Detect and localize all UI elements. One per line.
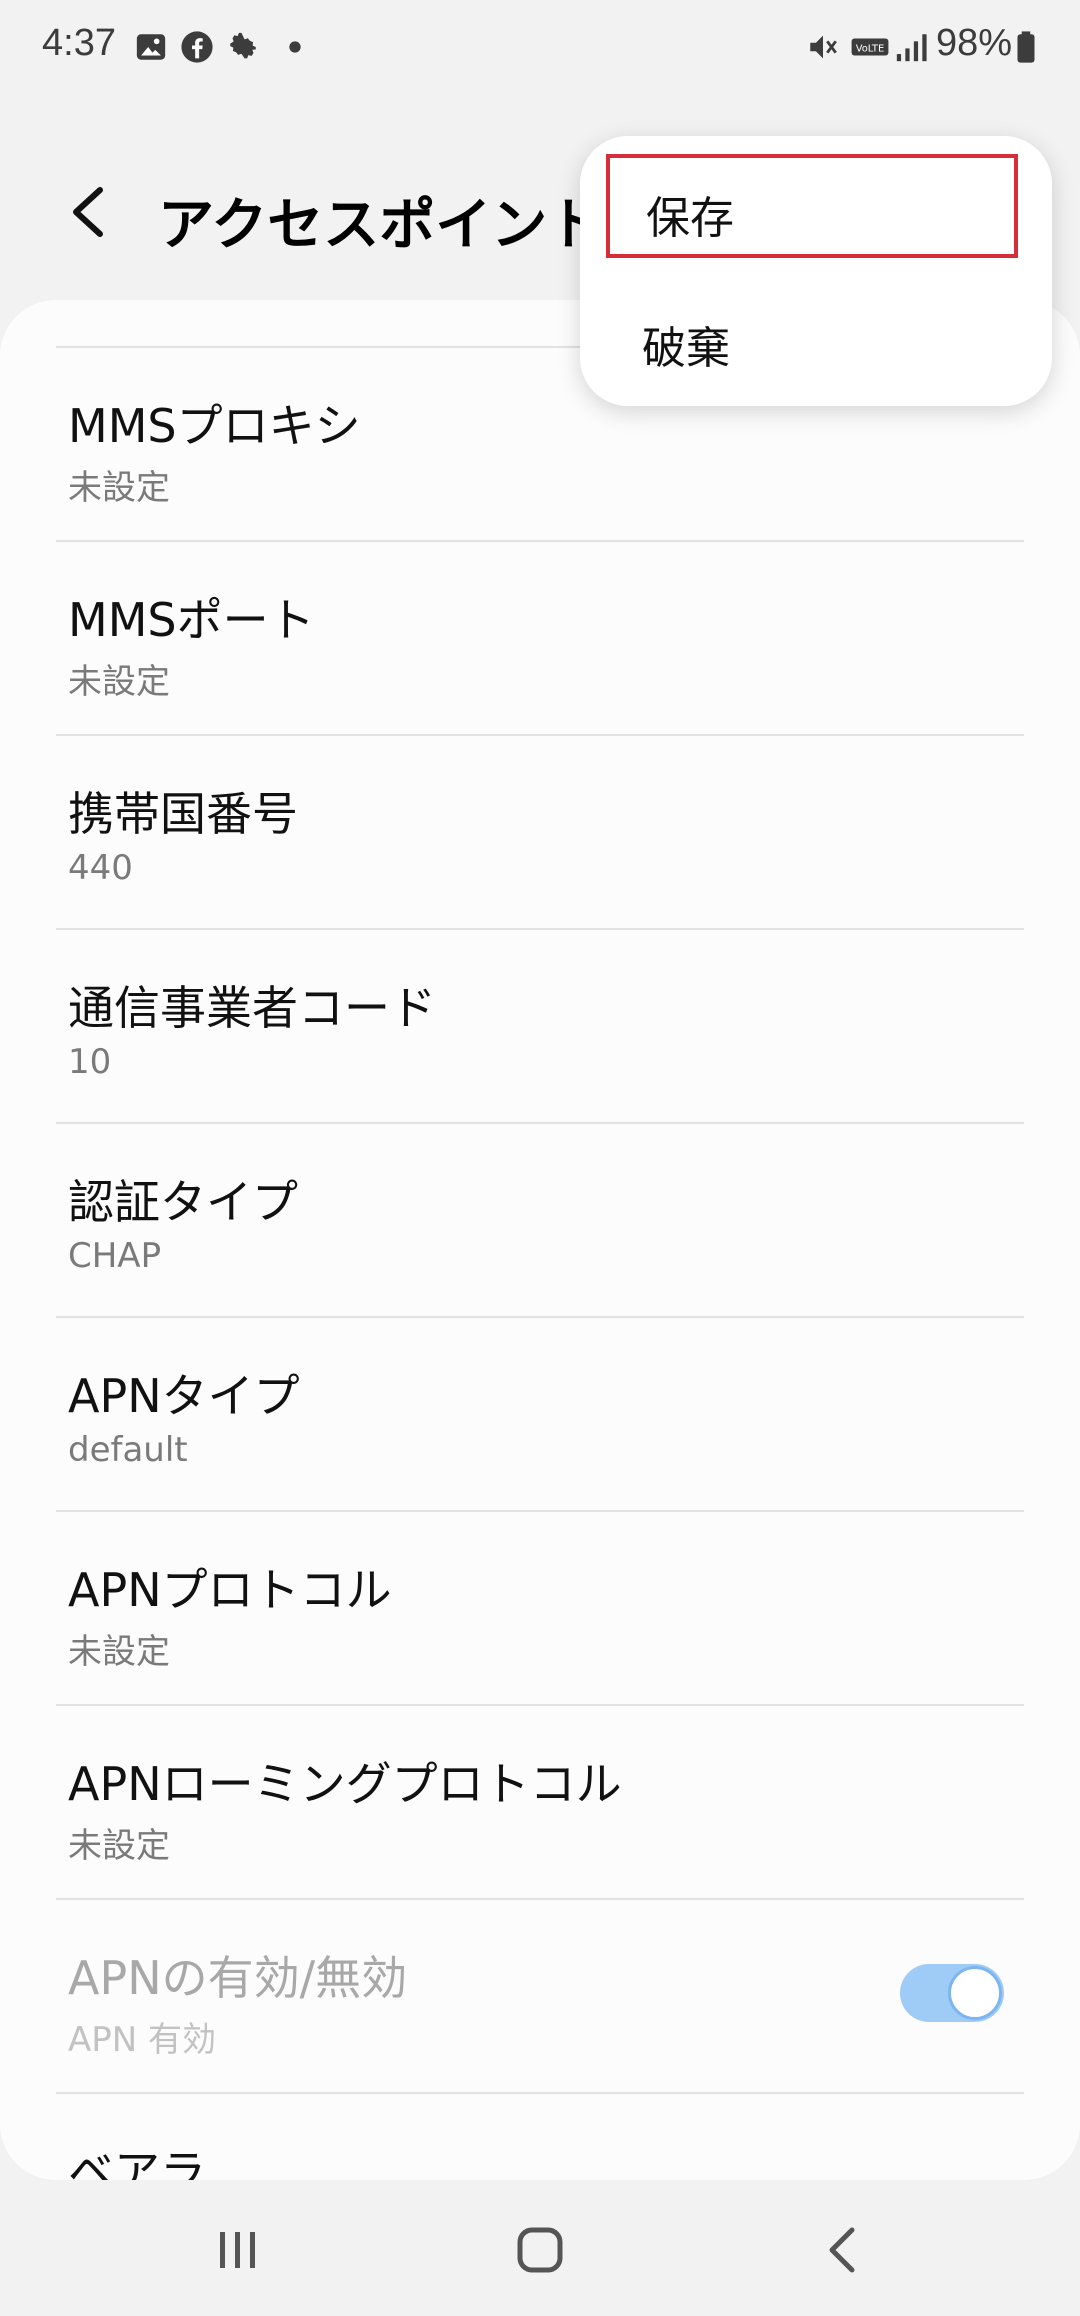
list-item-title: APNタイプ (68, 1369, 300, 1423)
back-nav-icon[interactable] (804, 2210, 884, 2290)
list-item-mcc[interactable]: 携帯国番号 440 (56, 734, 1024, 928)
status-time: 4:37 (42, 22, 116, 64)
home-icon[interactable] (500, 2210, 580, 2290)
settings-gear-icon (230, 32, 256, 59)
page-title: アクセスポイント (158, 193, 604, 258)
list-item-apn-roaming-protocol[interactable]: APNローミングプロトコル 未設定 (56, 1704, 1024, 1898)
list-item-value: CHAP (68, 1236, 162, 1276)
gallery-icon (136, 34, 166, 60)
toggle-knob (948, 1966, 1002, 2020)
settings-list: MMSプロキシ 未設定 MMSポート 未設定 携帯国番号 440 通信事業者コー… (0, 300, 1080, 2180)
list-item-value: APN 有効 (68, 2020, 217, 2060)
signal-icon (896, 34, 927, 62)
list-item-title: APNプロトコル (68, 1563, 392, 1617)
list-item-auth-type[interactable]: 認証タイプ CHAP (56, 1122, 1024, 1316)
list-item-value: 440 (68, 848, 133, 888)
mute-icon (810, 35, 837, 59)
list-item-value: 未設定 (68, 1632, 170, 1672)
list-item-title: ベアラ (68, 2145, 206, 2180)
list-item-value: 未設定 (68, 662, 170, 702)
status-bar: 4:37 VoLTE 98% (0, 0, 1080, 92)
overflow-menu: 保存 破棄 (580, 136, 1052, 406)
recent-apps-icon[interactable] (198, 2210, 278, 2290)
list-item-apn-protocol[interactable]: APNプロトコル 未設定 (56, 1510, 1024, 1704)
apn-enable-toggle[interactable] (900, 1964, 1004, 2022)
list-item-title: MMSポート (68, 593, 315, 647)
menu-item-discard[interactable]: 破棄 (606, 288, 1018, 392)
dot-icon (289, 41, 301, 53)
navigation-bar (0, 2180, 1080, 2316)
menu-item-label: 保存 (646, 193, 734, 244)
list-item-bearer[interactable]: ベアラ (56, 2092, 1024, 2180)
svg-text:VoLTE: VoLTE (856, 43, 885, 54)
list-item-value: 10 (68, 1042, 112, 1082)
menu-item-label: 破棄 (642, 323, 730, 374)
back-icon[interactable] (58, 172, 118, 252)
list-item-value: 未設定 (68, 468, 170, 508)
list-item-apn-enable[interactable]: APNの有効/無効 APN 有効 (56, 1898, 1024, 2092)
list-item-mnc[interactable]: 通信事業者コード 10 (56, 928, 1024, 1122)
facebook-icon (181, 31, 213, 63)
list-item-title: 通信事業者コード (68, 981, 436, 1035)
list-item-title: APNローミングプロトコル (68, 1757, 622, 1811)
list-item-value: 未設定 (68, 1826, 170, 1866)
list-item-title: MMSプロキシ (68, 399, 361, 453)
volte-icon: VoLTE (851, 38, 889, 56)
battery-icon (1017, 31, 1035, 63)
list-item-title: APNの有効/無効 (68, 1951, 408, 2005)
battery-percent: 98% (935, 22, 1012, 64)
list-item-title: 認証タイプ (68, 1175, 298, 1229)
list-item-title: 携帯国番号 (68, 787, 298, 841)
list-item-mms-port[interactable]: MMSポート 未設定 (56, 540, 1024, 734)
list-item-value: default (68, 1430, 188, 1470)
list-item-apn-type[interactable]: APNタイプ default (56, 1316, 1024, 1510)
menu-item-save[interactable]: 保存 (606, 154, 1018, 258)
